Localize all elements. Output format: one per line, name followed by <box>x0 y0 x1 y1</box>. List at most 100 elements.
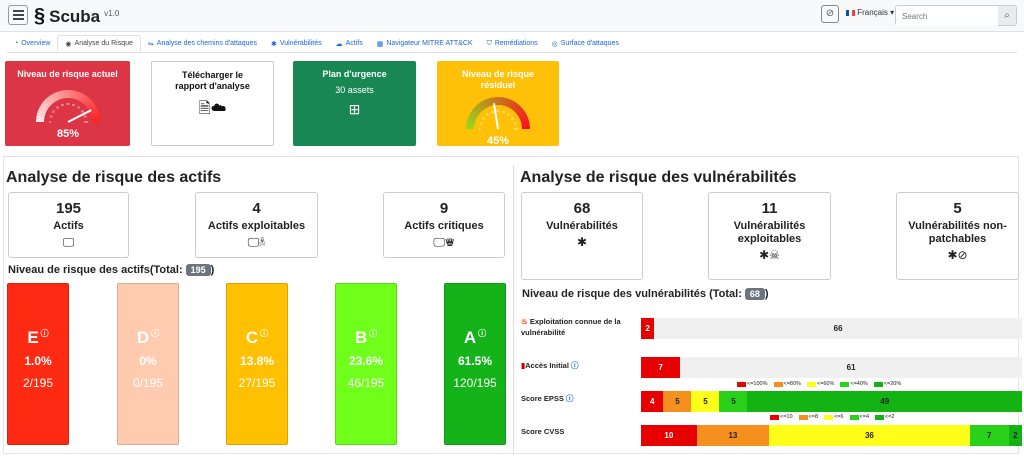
language-selector[interactable]: Français ▾ <box>846 8 894 17</box>
tab-4[interactable]: ☁ Actifs <box>329 35 370 52</box>
gauge-arc-segment <box>86 103 96 111</box>
gauge-tick-label: 10 <box>479 121 482 125</box>
grade-card-d[interactable]: Dⓘ 0% 0/195 <box>117 283 179 445</box>
gauge-arc-segment <box>482 99 489 109</box>
tab-0[interactable]: ◔ Overview <box>7 35 57 52</box>
gauge-tick-label: 30 <box>55 105 58 109</box>
tab-2[interactable]: ⇋ Analyse des chemins d'attaques <box>141 35 264 52</box>
gauge-arc-segment <box>518 113 528 120</box>
tab-label: Overview <box>21 40 51 47</box>
tab-label: Analyse des chemins d'attaques <box>156 40 257 47</box>
vuln-bar-segment[interactable]: 2 <box>641 318 655 339</box>
gauge-arc-segment <box>472 107 481 115</box>
vulns-heading: Analyse de risque des vulnérabilités <box>520 169 797 186</box>
legend-swatch <box>875 414 884 420</box>
vuln-bar-segment[interactable]: 7 <box>969 425 1009 446</box>
residual-risk-card: Niveau de risque résiduel 45% 0 10 20 30 40 50… <box>437 61 559 147</box>
legend-item: <=4 <box>849 414 869 420</box>
tab-label: Remédiations <box>494 40 538 47</box>
legend-item: <=10 <box>770 414 793 420</box>
legend-swatch <box>806 381 816 387</box>
french-flag-icon <box>846 9 855 16</box>
top-navbar: § Scuba v1.0 ⊘ Français ▾ ⌕ <box>0 0 1024 32</box>
legend-label: <=60% <box>816 381 835 387</box>
gauge-arc-segment <box>83 98 92 106</box>
search-icon[interactable]: ⌕ <box>998 6 1016 25</box>
vuln-bar-segment[interactable]: 66 <box>654 318 1022 339</box>
download-report-card[interactable]: Télécharger le rapport d'analyse 🗎☁ <box>151 61 274 146</box>
epss-legend: <=100% <=80% <=60% <=40% <=20% <box>737 381 901 387</box>
grade-letter: Eⓘ <box>27 328 49 347</box>
gauge-arc-segment <box>466 119 476 125</box>
stat-vulns-label: Vulnérabilités <box>546 220 618 232</box>
vuln-bar-segment[interactable]: 5 <box>719 391 748 412</box>
gauge-arc-segment <box>43 98 52 106</box>
legend-swatch <box>770 414 779 420</box>
stat-unpatchable-vulns-number: 5 <box>953 200 962 217</box>
gauge-arc-segment <box>474 105 482 113</box>
info-icon[interactable]: ⓘ <box>569 361 579 370</box>
tab-7[interactable]: ◎ Surface d'attaques <box>545 35 626 52</box>
emergency-plan-card[interactable]: Plan d'urgence 30 assets ⊞ <box>293 61 416 146</box>
vuln-bar-segment[interactable]: 7 <box>641 357 681 378</box>
grade-card-c[interactable]: Cⓘ 13.8% 27/195 <box>226 283 288 445</box>
monitor-icon: 🖵 <box>62 235 75 249</box>
info-icon[interactable]: ⓘ <box>369 329 377 338</box>
gauge-arc-segment <box>467 115 477 122</box>
grade-card-a[interactable]: Aⓘ 61.5% 120/195 <box>444 283 506 445</box>
grade-percent: 13.8% <box>239 354 275 368</box>
menu-toggle-button[interactable] <box>8 5 28 25</box>
legend-label: <=100% <box>747 381 768 387</box>
info-icon[interactable]: ⓘ <box>41 329 49 338</box>
tab-1[interactable]: ◉ Analyse du Risque <box>57 35 141 52</box>
vuln-bar-row: 7 61 <box>641 357 1022 378</box>
legend-swatch <box>798 414 808 420</box>
tab-6[interactable]: ⛉ Remédiations <box>480 35 545 52</box>
gauge-arc-segment <box>48 94 56 103</box>
vuln-bar-segment[interactable]: 4 <box>641 391 664 412</box>
vuln-bar-segment[interactable]: 13 <box>696 425 770 446</box>
gauge-arc-segment <box>77 92 84 102</box>
legend-label: <=6 <box>834 414 844 420</box>
info-icon[interactable]: ⓘ <box>151 329 159 338</box>
grade-percent: 0% <box>139 354 157 368</box>
info-icon[interactable]: ⓘ <box>260 329 268 338</box>
info-icon[interactable]: ⓘ <box>564 394 574 403</box>
gauge-tick-label: 100 <box>83 120 88 124</box>
legend-item: <=8 <box>798 414 818 420</box>
gauge-tick-label: 90 <box>514 121 517 125</box>
vuln-bar-segment[interactable]: 61 <box>680 357 1022 378</box>
grade-card-e[interactable]: Eⓘ 1.0% 2/195 <box>7 283 69 445</box>
tab-label: Analyse du Risque <box>74 40 133 47</box>
info-icon[interactable]: ⓘ <box>478 329 486 338</box>
stat-exploitable-vulns-number: 11 <box>761 200 778 217</box>
vuln-bar-segment[interactable]: 2 <box>1008 425 1022 446</box>
gauge-tick-label: 20 <box>51 109 54 113</box>
legend-label: <=40% <box>850 381 868 387</box>
grade-percent: 1.0% <box>24 354 52 368</box>
legend-label: <=4 <box>859 414 869 420</box>
gauge-arc-segment <box>38 106 47 113</box>
stat-exploitable-assets: 4 Actifs exploitables 🖵☠ <box>195 192 318 258</box>
legend-item: <=20% <box>873 381 901 387</box>
gauge-tick-label: 50 <box>66 102 69 106</box>
gauge-arc-segment <box>520 119 530 125</box>
vuln-bar-segment[interactable]: 10 <box>641 425 697 446</box>
search-input[interactable] <box>896 7 998 26</box>
assets-total-badge: 195 <box>185 264 211 276</box>
legend-item: <=40% <box>840 381 868 387</box>
vuln-bar-segment[interactable]: 5 <box>663 391 692 412</box>
gauge-arc-segment <box>509 101 517 110</box>
grade-count: 46/195 <box>347 376 385 390</box>
tab-5[interactable]: ▦ Navigateur MITRE ATT&CK <box>370 35 480 52</box>
legend-item: <=6 <box>824 414 844 420</box>
vuln-bar-segment[interactable]: 49 <box>747 391 1022 412</box>
app-logo[interactable]: § Scuba v1.0 <box>34 5 119 28</box>
notifications-off-icon[interactable]: ⊘ <box>821 5 839 23</box>
stat-exploitable-assets-label: Actifs exploitables <box>207 220 306 232</box>
vulns-total-badge: 68 <box>744 288 765 300</box>
vuln-bar-segment[interactable]: 5 <box>691 391 720 412</box>
tab-3[interactable]: ✱ Vulnérabilités <box>264 35 329 52</box>
grade-card-b[interactable]: Bⓘ 23.6% 46/195 <box>335 283 397 445</box>
vuln-bar-segment[interactable]: 36 <box>769 425 970 446</box>
